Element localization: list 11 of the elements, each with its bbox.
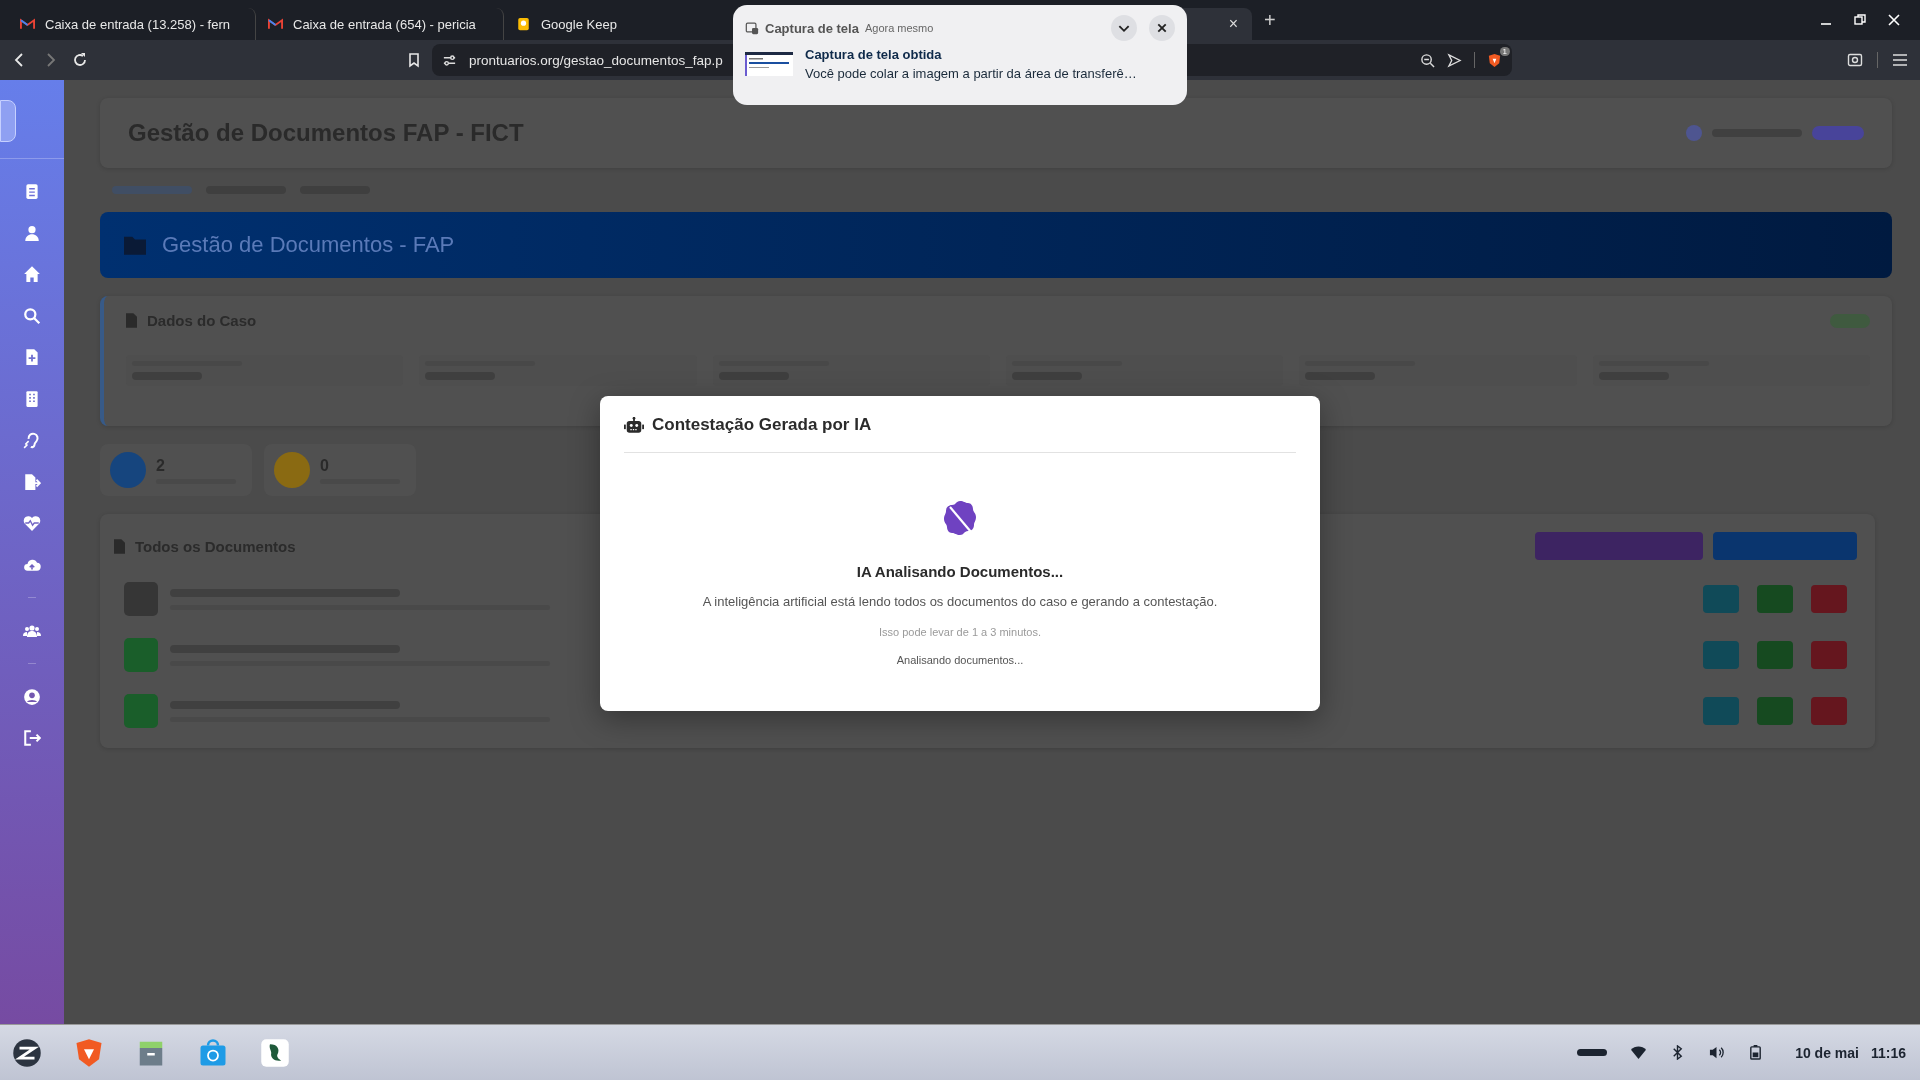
notification-app: Captura de tela: [765, 20, 859, 36]
dialog-title: Contestação Gerada por IA: [652, 415, 872, 435]
loading-heading: IA Analisando Documentos...: [856, 563, 1064, 580]
status-text: Analisando documentos...: [896, 654, 1024, 666]
notification-text: Você pode colar a imagem a partir da área de transferê…: [805, 66, 1137, 81]
loading-description: A inteligência artificial está lendo todos os documentos do caso e gerando a contestação.: [702, 594, 1218, 609]
banner-title: Gestão de Documentos - FAP: [162, 232, 455, 258]
notification-time: Agora mesmo: [864, 22, 934, 34]
count-badge: 1: [1499, 46, 1510, 56]
notification-title: Captura de tela obtida: [805, 47, 943, 62]
duration-hint: Isso pode levar de 1 a 3 minutos.: [878, 626, 1041, 638]
